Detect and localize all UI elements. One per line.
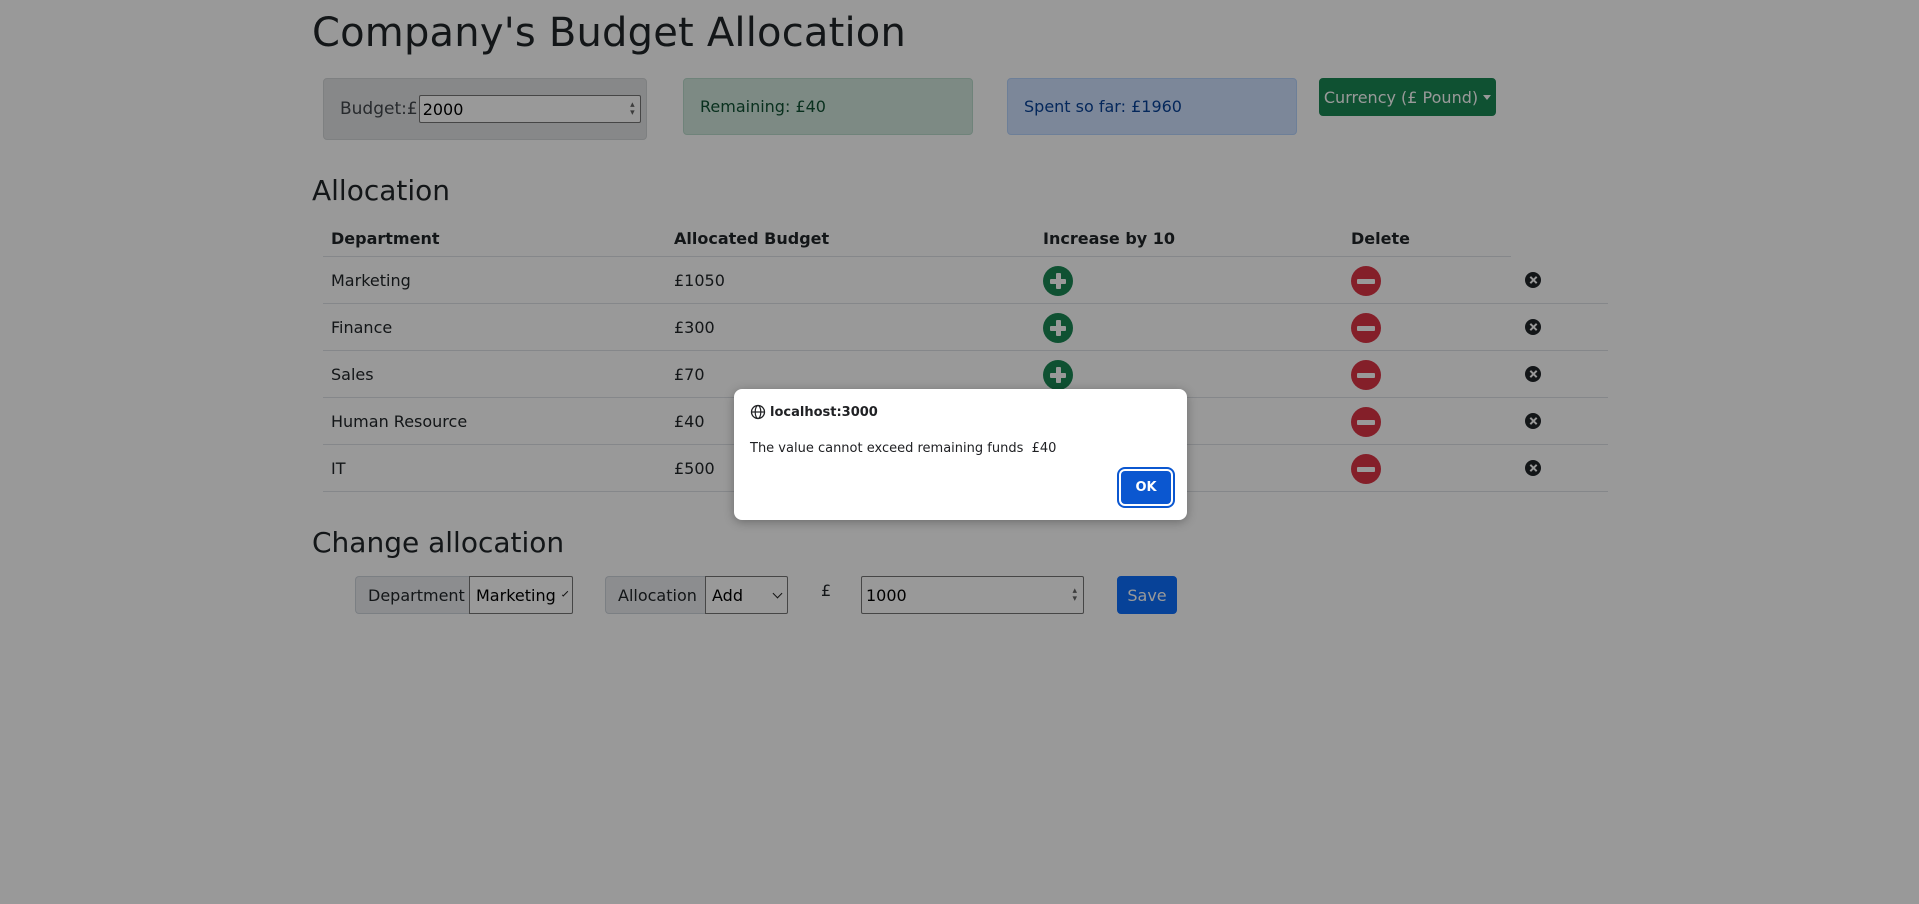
ok-button[interactable]: OK: [1121, 471, 1171, 504]
dialog-origin-text: localhost:3000: [770, 404, 878, 420]
alert-dialog: localhost:3000 The value cannot exceed r…: [734, 389, 1187, 520]
globe-icon: [750, 404, 766, 420]
dialog-message: The value cannot exceed remaining funds …: [750, 441, 1057, 456]
dialog-origin: localhost:3000: [750, 404, 878, 420]
